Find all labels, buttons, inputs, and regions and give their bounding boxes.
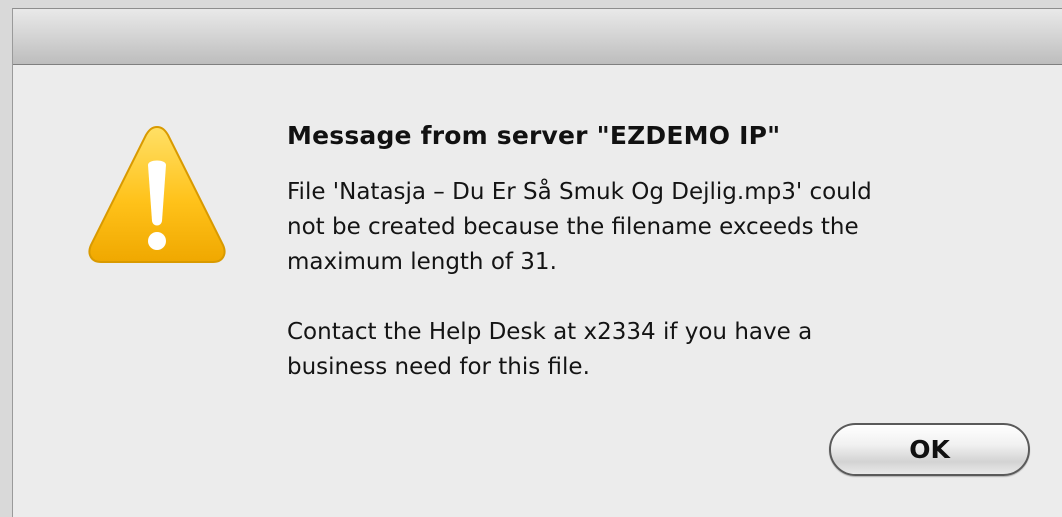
alert-dialog: Message from server "EZDEMO IP" File 'Na… (12, 8, 1062, 517)
dialog-title: Message from server "EZDEMO IP" (287, 121, 781, 150)
dialog-message: File 'Natasja – Du Er Så Smuk Og Dejlig.… (287, 175, 1007, 420)
warning-icon (88, 125, 226, 263)
title-bar[interactable] (13, 9, 1062, 65)
message-paragraph-file: File 'Natasja – Du Er Så Smuk Og Dejlig.… (287, 179, 872, 275)
ok-button[interactable]: OK (829, 423, 1030, 476)
message-paragraph-contact: Contact the Help Desk at x2334 if you ha… (287, 319, 813, 380)
